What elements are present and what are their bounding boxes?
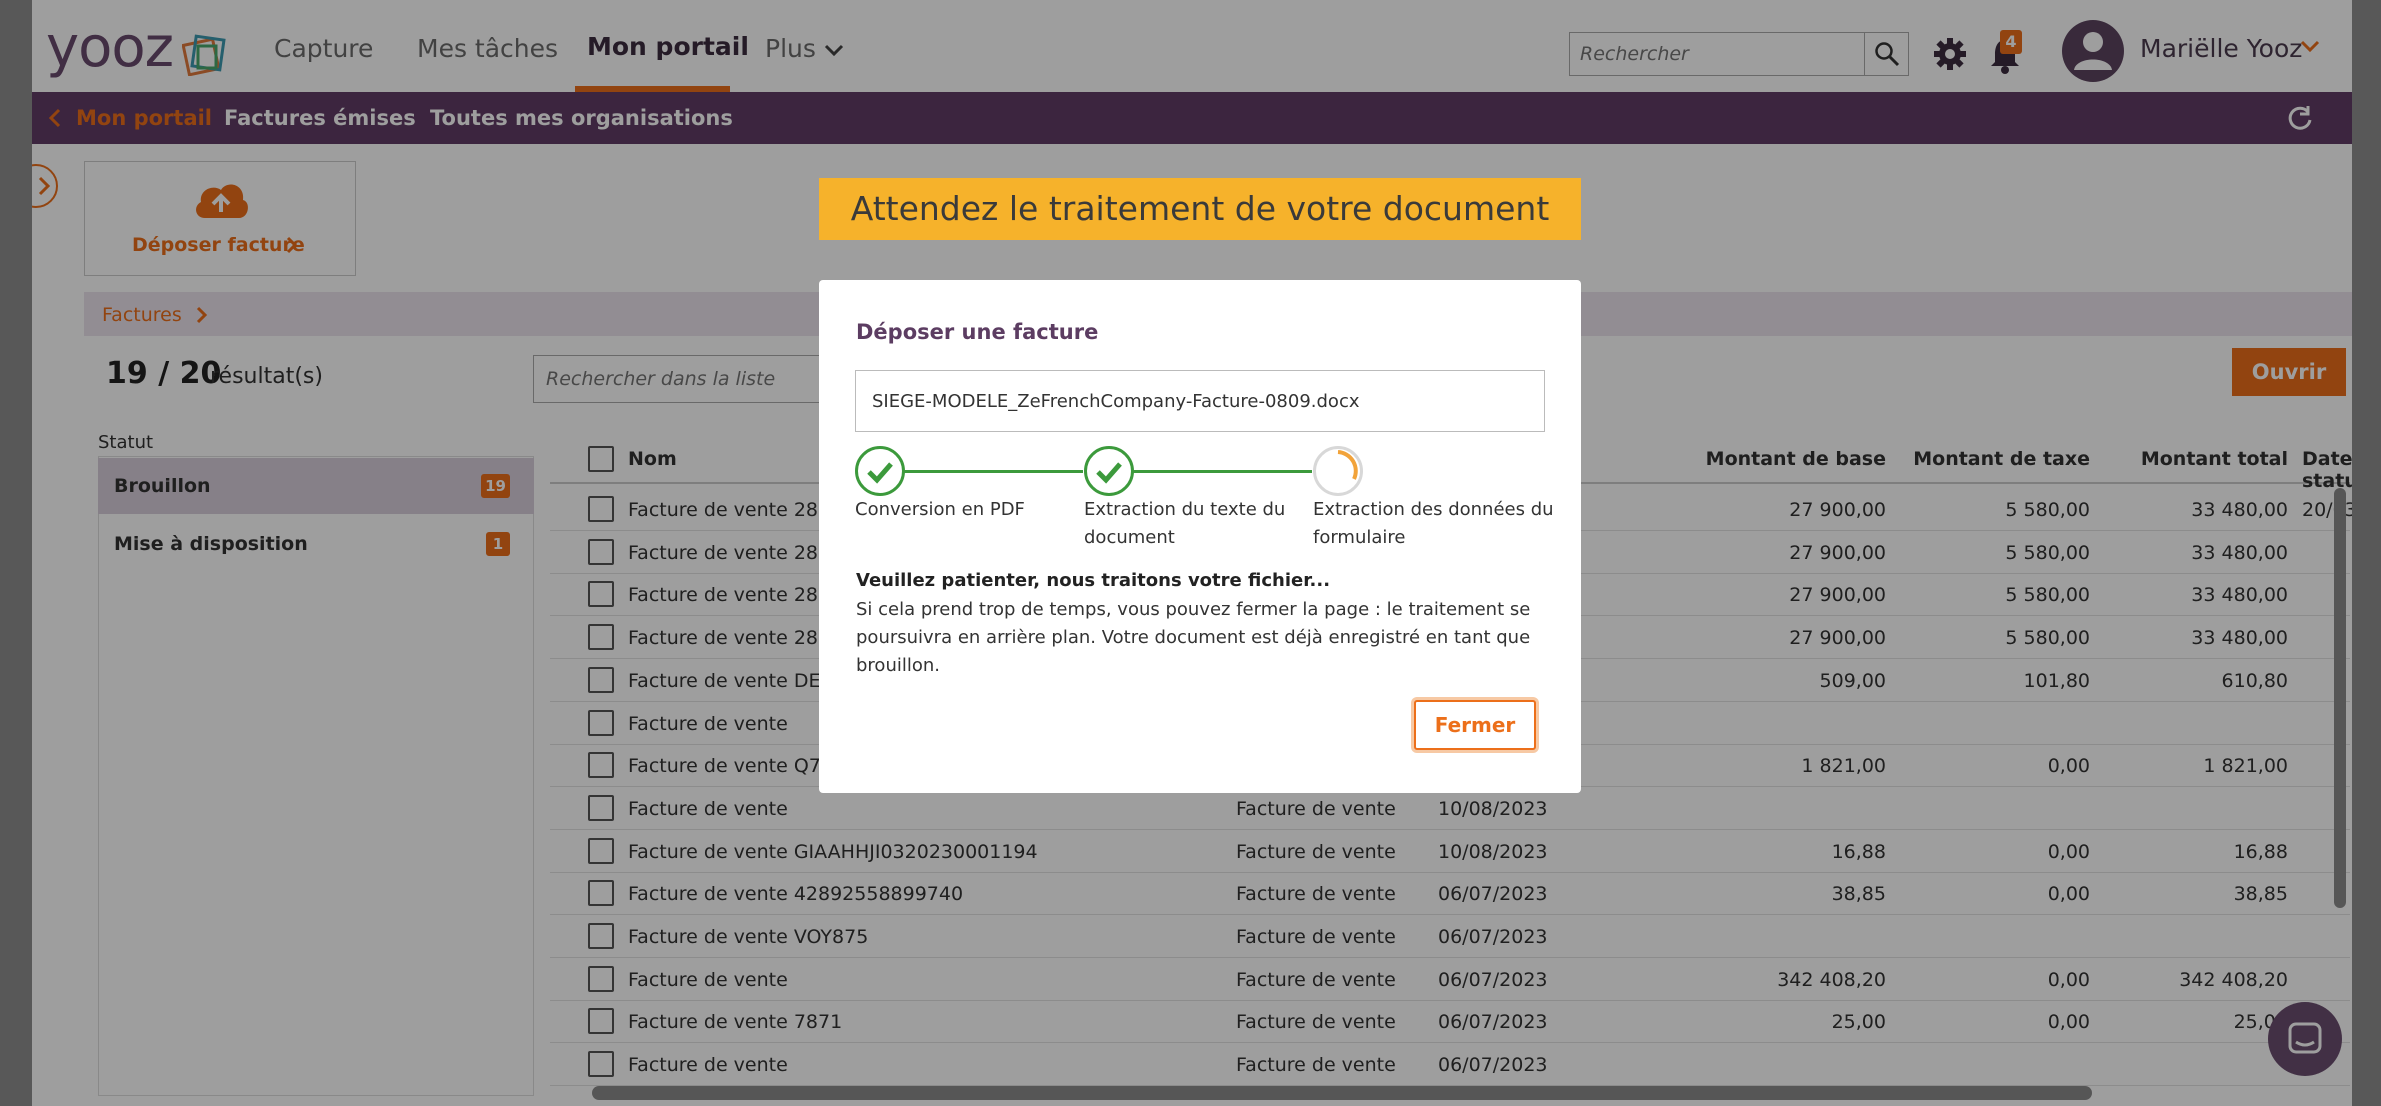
file-name: SIEGE-MODELE_ZeFrenchCompany-Facture-080… bbox=[872, 391, 1360, 412]
step-2-status bbox=[1084, 446, 1134, 496]
modal-backdrop[interactable]: Attendez le traitement de votre document… bbox=[0, 0, 2381, 1106]
upload-invoice-modal: Déposer une facture SIEGE-MODELE_ZeFrenc… bbox=[819, 280, 1581, 793]
spinner-icon bbox=[1337, 450, 1358, 480]
step-1-label: Conversion en PDF bbox=[855, 499, 1025, 520]
step-2-label: Extraction du texte du document bbox=[1084, 499, 1286, 548]
step-3-status bbox=[1313, 446, 1363, 496]
step-3-label: Extraction des données du formulaire bbox=[1313, 499, 1554, 548]
processing-banner: Attendez le traitement de votre document bbox=[819, 178, 1581, 240]
file-name-field: SIEGE-MODELE_ZeFrenchCompany-Facture-080… bbox=[855, 370, 1545, 432]
step-connector bbox=[1132, 470, 1312, 473]
step-connector bbox=[903, 470, 1083, 473]
wait-title: Veuillez patienter, nous traitons votre … bbox=[856, 570, 1331, 591]
wait-message: Si cela prend trop de temps, vous pouvez… bbox=[856, 599, 1531, 676]
check-icon bbox=[1096, 462, 1122, 484]
step-1-status bbox=[855, 446, 905, 496]
close-button[interactable]: Fermer bbox=[1414, 700, 1536, 750]
check-icon bbox=[867, 462, 893, 484]
modal-title: Déposer une facture bbox=[856, 320, 1099, 344]
